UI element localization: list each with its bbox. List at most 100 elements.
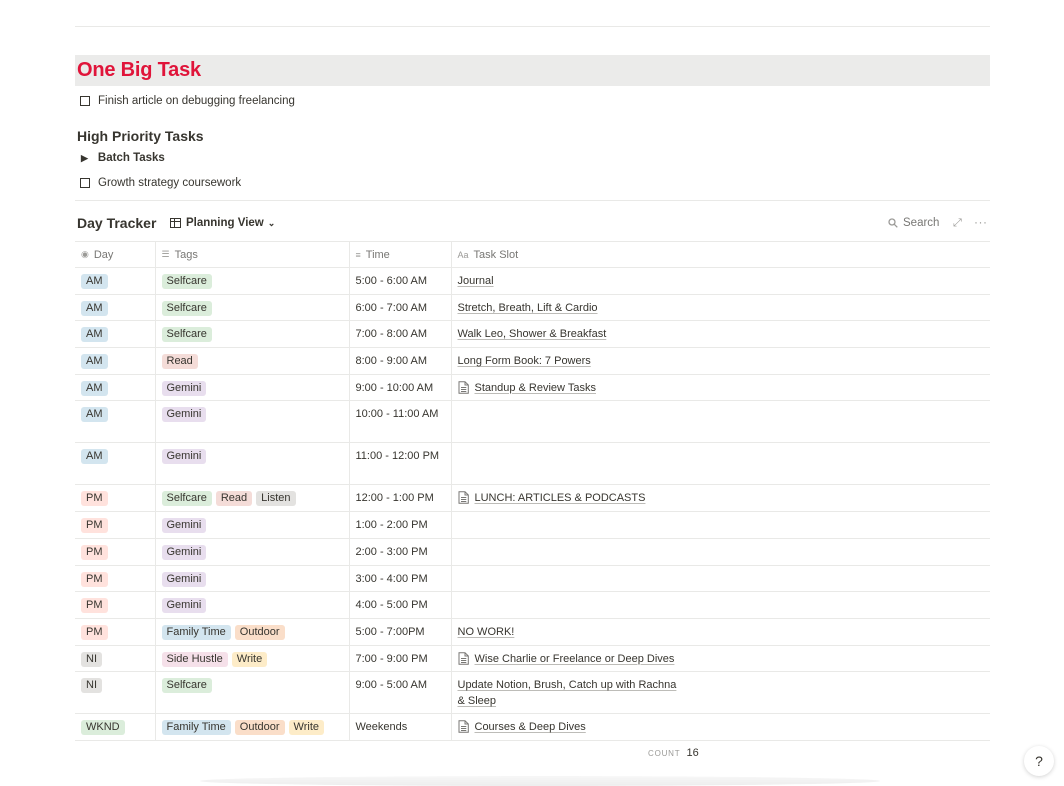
more-options-icon[interactable]: ··· [974, 215, 988, 229]
column-header-tags[interactable]: ☰ Tags [155, 241, 350, 268]
table-row[interactable]: PM Gemini 3:00 - 4:00 PM [75, 564, 990, 593]
cell-tags[interactable]: Gemini [155, 511, 350, 539]
cell-task-slot[interactable] [451, 511, 990, 539]
checkbox[interactable] [80, 96, 90, 106]
cell-day[interactable]: PM [75, 511, 156, 539]
table-row[interactable]: AM Gemini 10:00 - 11:00 AM [75, 400, 990, 444]
task-slot-link[interactable]: Stretch, Breath, Lift & Cardio [458, 300, 598, 316]
cell-tags[interactable]: Selfcare [155, 671, 350, 715]
cell-day[interactable]: AM [75, 373, 156, 402]
table-row[interactable]: AM Gemini 9:00 - 10:00 AM Standup & Review … [75, 373, 990, 402]
task-slot-link[interactable]: Journal [458, 273, 494, 289]
cell-tags[interactable]: Gemini [155, 442, 350, 486]
cell-task-slot[interactable]: NO WORK! [451, 617, 990, 646]
cell-day[interactable]: PM [75, 484, 156, 513]
cell-time[interactable]: 8:00 - 9:00 AM [349, 347, 452, 375]
column-header-task-slot[interactable]: Aa Task Slot [451, 241, 990, 268]
table-row[interactable]: AM Gemini 11:00 - 12:00 PM [75, 442, 990, 486]
cell-tags[interactable]: Selfcare Read Listen [155, 484, 350, 513]
cell-tags[interactable]: Gemini [155, 373, 350, 402]
view-switcher-button[interactable]: Planning View ⌄ [170, 217, 275, 229]
cell-time[interactable]: 5:00 - 6:00 AM [349, 267, 452, 295]
cell-tags[interactable]: Gemini [155, 537, 350, 566]
table-row[interactable]: NI Side Hustle Write 7:00 - 9:00 PM Wise Cha… [75, 644, 990, 673]
cell-time[interactable]: Weekends [349, 713, 452, 741]
search-button[interactable]: Search [888, 217, 939, 229]
cell-tags[interactable]: Selfcare [155, 267, 350, 295]
task-slot-link[interactable]: LUNCH: ARTICLES & PODCASTS [475, 490, 646, 506]
cell-tags[interactable]: Gemini [155, 591, 350, 619]
todo-item-article[interactable]: Finish article on debugging freelancing [80, 95, 295, 107]
cell-time[interactable]: 5:00 - 7:00PM [349, 617, 452, 646]
column-header-day[interactable]: ◉ Day [75, 241, 156, 268]
table-row[interactable]: AM Read 8:00 - 9:00 AM Long Form Book: 7 Po… [75, 347, 990, 375]
cell-task-slot[interactable]: Update Notion, Brush, Catch up with Rach… [451, 671, 990, 715]
cell-time[interactable]: 11:00 - 12:00 PM [349, 442, 452, 486]
cell-time[interactable]: 4:00 - 5:00 PM [349, 591, 452, 619]
cell-day[interactable]: PM [75, 617, 156, 646]
cell-time[interactable]: 9:00 - 10:00 AM [349, 373, 452, 402]
cell-task-slot[interactable]: Courses & Deep Dives [451, 713, 990, 741]
cell-day[interactable]: PM [75, 564, 156, 593]
cell-task-slot[interactable]: Journal [451, 267, 990, 295]
cell-day[interactable]: AM [75, 320, 156, 349]
cell-task-slot[interactable] [451, 537, 990, 566]
table-row[interactable]: PM Family Time Outdoor 5:00 - 7:00PM NO WORK… [75, 617, 990, 646]
cell-tags[interactable]: Side Hustle Write [155, 644, 350, 673]
table-row[interactable]: PM Selfcare Read Listen 12:00 - 1:00 PM LUNCH… [75, 484, 990, 513]
task-slot-link[interactable]: Update Notion, Brush, Catch up with Rach… [458, 677, 678, 709]
help-button[interactable]: ? [1024, 746, 1054, 776]
cell-task-slot[interactable] [451, 591, 990, 619]
checkbox[interactable] [80, 178, 90, 188]
column-header-time[interactable]: ≡ Time [349, 241, 452, 268]
todo-item-coursework[interactable]: Growth strategy coursework [80, 177, 241, 189]
table-row[interactable]: AM Selfcare 7:00 - 8:00 AM Walk Leo, Shower… [75, 320, 990, 349]
cell-task-slot[interactable]: Standup & Review Tasks [451, 373, 990, 402]
cell-tags[interactable]: Selfcare [155, 293, 350, 322]
table-row[interactable]: AM Selfcare 6:00 - 7:00 AM Stretch, Breath,… [75, 293, 990, 322]
toggle-batch-tasks[interactable]: ▶ Batch Tasks [80, 152, 165, 164]
expand-icon[interactable]: ⤢ [953, 217, 962, 230]
table-row[interactable]: NI Selfcare 9:00 - 5:00 AM Update Notion, B… [75, 671, 990, 715]
task-slot-link[interactable]: Standup & Review Tasks [475, 380, 596, 396]
cell-day[interactable]: NI [75, 671, 156, 715]
database-title[interactable]: Day Tracker [77, 215, 156, 231]
cell-day[interactable]: AM [75, 442, 156, 486]
cell-time[interactable]: 3:00 - 4:00 PM [349, 564, 452, 593]
cell-tags[interactable]: Gemini [155, 564, 350, 593]
table-row[interactable]: PM Gemini 1:00 - 2:00 PM [75, 511, 990, 539]
cell-day[interactable]: NI [75, 644, 156, 673]
cell-day[interactable]: AM [75, 400, 156, 444]
toggle-arrow-icon[interactable]: ▶ [81, 153, 88, 164]
cell-time[interactable]: 1:00 - 2:00 PM [349, 511, 452, 539]
cell-tags[interactable]: Family Time Outdoor [155, 617, 350, 646]
cell-time[interactable]: 6:00 - 7:00 AM [349, 293, 452, 322]
cell-tags[interactable]: Read [155, 347, 350, 375]
cell-day[interactable]: AM [75, 293, 156, 322]
task-slot-link[interactable]: NO WORK! [458, 624, 515, 640]
table-row[interactable]: PM Gemini 2:00 - 3:00 PM [75, 537, 990, 566]
cell-day[interactable]: AM [75, 267, 156, 295]
cell-time[interactable]: 2:00 - 3:00 PM [349, 537, 452, 566]
task-slot-link[interactable]: Wise Charlie or Freelance or Deep Dives [475, 651, 675, 667]
cell-day[interactable]: WKND [75, 713, 156, 741]
cell-task-slot[interactable]: Long Form Book: 7 Powers [451, 347, 990, 375]
cell-day[interactable]: PM [75, 591, 156, 619]
cell-time[interactable]: 7:00 - 8:00 AM [349, 320, 452, 349]
table-row[interactable]: PM Gemini 4:00 - 5:00 PM [75, 591, 990, 619]
cell-day[interactable]: AM [75, 347, 156, 375]
cell-task-slot[interactable] [451, 564, 990, 593]
cell-task-slot[interactable]: Walk Leo, Shower & Breakfast [451, 320, 990, 349]
cell-time[interactable]: 10:00 - 11:00 AM [349, 400, 452, 444]
task-slot-link[interactable]: Long Form Book: 7 Powers [458, 353, 591, 369]
cell-tags[interactable]: Family Time Outdoor Write [155, 713, 350, 741]
cell-task-slot[interactable]: LUNCH: ARTICLES & PODCASTS [451, 484, 990, 513]
cell-tags[interactable]: Selfcare [155, 320, 350, 349]
cell-task-slot[interactable]: Stretch, Breath, Lift & Cardio [451, 293, 990, 322]
cell-tags[interactable]: Gemini [155, 400, 350, 444]
cell-time[interactable]: 9:00 - 5:00 AM [349, 671, 452, 715]
cell-time[interactable]: 12:00 - 1:00 PM [349, 484, 452, 513]
cell-task-slot[interactable]: Wise Charlie or Freelance or Deep Dives [451, 644, 990, 673]
table-row[interactable]: AM Selfcare 5:00 - 6:00 AM Journal [75, 267, 990, 295]
task-slot-link[interactable]: Walk Leo, Shower & Breakfast [458, 326, 607, 342]
